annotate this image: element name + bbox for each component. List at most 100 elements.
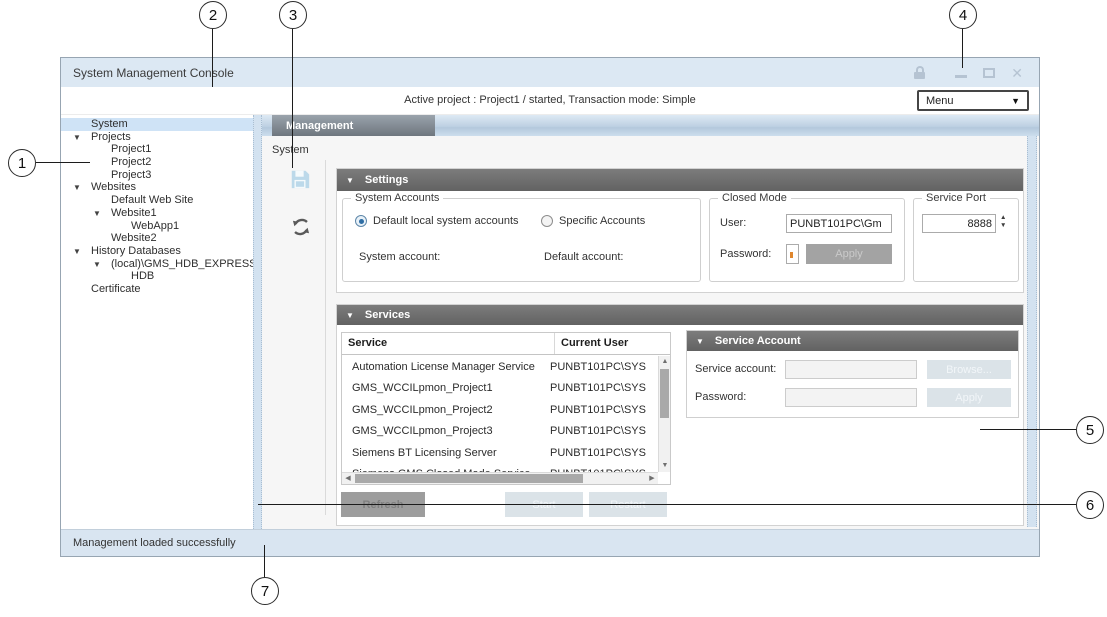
service-name-cell: GMS_WCCILpmon_Project3 [342, 425, 548, 437]
content-area: System [262, 136, 1039, 529]
scrollbar-thumb[interactable] [355, 474, 583, 483]
tree-item-label: Websites [91, 181, 136, 194]
service-account-password-input[interactable] [785, 388, 917, 407]
collapse-icon[interactable]: ▼ [696, 337, 704, 346]
radio-default-local-system-accounts[interactable]: Default local system accounts [355, 215, 519, 227]
callout-line-1 [36, 162, 90, 163]
service-account-section: ▼ Service Account Service account: Brows… [686, 330, 1019, 418]
callout-7: 7 [251, 577, 279, 605]
tree-item[interactable]: WebApp1 [61, 220, 253, 233]
tree-item-label: Default Web Site [111, 194, 193, 207]
save-icon[interactable] [289, 168, 311, 190]
browse-button[interactable]: Browse... [927, 360, 1011, 379]
navigation-tree[interactable]: System▼ProjectsProject1Project2Project3▼… [61, 115, 253, 529]
vertical-scrollbar[interactable]: ▲ ▼ [658, 356, 670, 472]
callout-line-7 [264, 545, 265, 577]
table-row[interactable]: Siemens GMS Closed Mode ServicePUNBT101P… [342, 464, 658, 473]
radio-icon[interactable] [541, 215, 553, 227]
table-row[interactable]: GMS_WCCILpmon_Project3PUNBT101PC\SYS [342, 421, 658, 443]
spinner-up-icon[interactable]: ▲ [1000, 214, 1006, 221]
password-label: Password: [720, 248, 771, 260]
tab-management[interactable]: Management [272, 115, 435, 136]
collapse-icon[interactable]: ▼ [346, 311, 354, 320]
window-title: System Management Console [73, 66, 234, 80]
callout-line-6 [258, 504, 1076, 505]
services-table-body: Automation License Manager ServicePUNBT1… [342, 356, 658, 472]
service-port-spinner[interactable]: ▲ ▼ [1000, 214, 1006, 229]
apply-button[interactable]: Apply [806, 244, 892, 264]
closed-mode-groupbox: Closed Mode User: Password: Apply [709, 198, 905, 282]
tree-item[interactable]: ▼Projects [61, 131, 253, 144]
service-account-header-label: Service Account [715, 335, 801, 347]
tree-item[interactable]: ▼(local)\GMS_HDB_EXPRESS [61, 258, 253, 271]
horizontal-scrollbar[interactable]: ◀ ▶ [342, 472, 658, 484]
service-account-header[interactable]: ▼ Service Account [687, 331, 1018, 351]
default-account-label: Default account: [544, 251, 624, 263]
service-port-input[interactable] [922, 214, 996, 233]
tree-item[interactable]: Project1 [61, 143, 253, 156]
scroll-up-icon[interactable]: ▲ [659, 356, 671, 368]
icon-column-separator [325, 160, 326, 515]
scroll-down-icon[interactable]: ▼ [659, 460, 671, 472]
menu-dropdown[interactable]: Menu ▼ [917, 90, 1029, 111]
settings-header[interactable]: ▼ Settings [337, 169, 1023, 191]
callout-line-2 [212, 29, 213, 87]
tree-item[interactable]: Website2 [61, 232, 253, 245]
scroll-left-icon[interactable]: ◀ [342, 473, 354, 485]
system-management-console-window: System Management Console ✕ Active proje… [60, 57, 1040, 557]
callout-4: 4 [949, 1, 977, 29]
service-name-cell: Siemens BT Licensing Server [342, 447, 548, 459]
radio-specific-accounts[interactable]: Specific Accounts [541, 215, 645, 227]
service-account-input[interactable] [785, 360, 917, 379]
scrollbar-thumb[interactable] [660, 369, 669, 418]
content-scrollbar[interactable] [1027, 136, 1037, 527]
services-header[interactable]: ▼ Services [337, 305, 1023, 325]
tree-item[interactable]: Certificate [61, 283, 253, 296]
window-titlebar[interactable]: System Management Console ✕ [61, 58, 1039, 87]
services-header-label: Services [365, 309, 410, 321]
page-title: System [272, 144, 309, 156]
maximize-button[interactable] [983, 68, 995, 78]
tree-item[interactable]: Default Web Site [61, 194, 253, 207]
toolbar: Active project : Project1 / started, Tra… [61, 87, 1039, 115]
service-account-apply-button[interactable]: Apply [927, 388, 1011, 407]
close-button[interactable]: ✕ [1011, 67, 1023, 79]
callout-5: 5 [1076, 416, 1104, 444]
radio-icon[interactable] [355, 215, 367, 227]
services-table: Service Current User Automation License … [341, 332, 671, 485]
tree-item[interactable]: Project3 [61, 169, 253, 182]
table-row[interactable]: GMS_WCCILpmon_Project1PUNBT101PC\SYS [342, 378, 658, 400]
service-port-groupbox: Service Port ▲ ▼ [913, 198, 1019, 282]
collapse-icon[interactable]: ▼ [346, 176, 354, 185]
tree-item[interactable]: ▼Websites [61, 181, 253, 194]
spinner-down-icon[interactable]: ▼ [1000, 222, 1006, 229]
table-row[interactable]: GMS_WCCILpmon_Project2PUNBT101PC\SYS [342, 399, 658, 421]
minimize-button[interactable] [955, 75, 967, 78]
system-account-label: System account: [359, 251, 440, 263]
password-input[interactable] [786, 244, 799, 264]
window-body: System▼ProjectsProject1Project2Project3▼… [61, 115, 1039, 529]
table-row[interactable]: Siemens BT Licensing ServerPUNBT101PC\SY… [342, 442, 658, 464]
tree-item[interactable]: ▼Website1 [61, 207, 253, 220]
radio-label: Specific Accounts [559, 215, 645, 227]
table-row[interactable]: Automation License Manager ServicePUNBT1… [342, 356, 658, 378]
service-name-cell: Automation License Manager Service [342, 361, 548, 373]
tree-item-label: Projects [91, 131, 131, 144]
tree-item[interactable]: HDB [61, 270, 253, 283]
refresh-icon[interactable] [290, 216, 312, 238]
tree-item-label: Certificate [91, 283, 141, 296]
tree-item-label: Website1 [111, 207, 157, 220]
user-input[interactable] [786, 214, 892, 233]
user-label: User: [720, 217, 746, 229]
main-panel: Management System [262, 115, 1039, 529]
tree-item[interactable]: ▼History Databases [61, 245, 253, 258]
scroll-right-icon[interactable]: ▶ [646, 473, 658, 485]
callout-line-3 [292, 29, 293, 168]
callout-2: 2 [199, 1, 227, 29]
callout-1: 1 [8, 149, 36, 177]
tree-item[interactable]: System [61, 118, 253, 131]
column-header-service[interactable]: Service [342, 333, 554, 354]
page: System Management Console ✕ Active proje… [0, 0, 1107, 617]
column-header-current-user[interactable]: Current User [554, 333, 670, 354]
tree-splitter[interactable] [253, 115, 262, 529]
